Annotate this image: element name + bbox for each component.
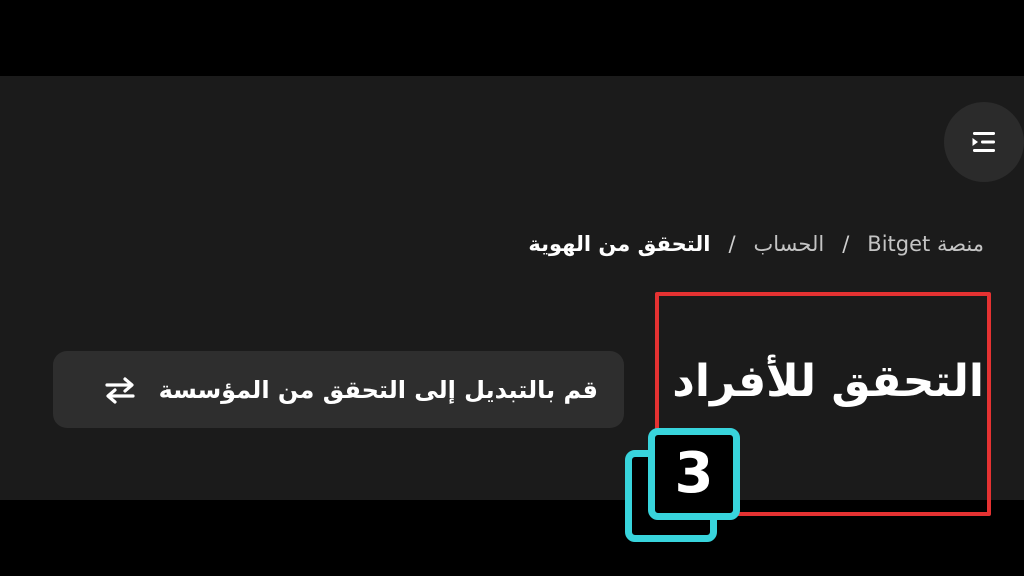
step-number: 3 [674,441,714,506]
breadcrumb: منصة Bitget / الحساب / التحقق من الهوية [528,228,984,260]
breadcrumb-item-account[interactable]: الحساب [754,232,825,256]
breadcrumb-item-identity-verification: التحقق من الهوية [528,232,711,256]
breadcrumb-item-bitget[interactable]: منصة Bitget [867,232,984,256]
screen: منصة Bitget / الحساب / التحقق من الهوية … [0,0,1024,576]
breadcrumb-separator: / [842,232,850,256]
menu-toggle-button[interactable] [944,102,1024,182]
swap-arrows-icon [104,376,135,404]
switch-button-label: قم بالتبديل إلى التحقق من المؤسسة [158,375,598,404]
step-number-badge: 3 [622,424,746,548]
menu-collapse-icon [972,132,995,152]
breadcrumb-separator: / [728,232,736,256]
switch-to-institutional-button[interactable]: قم بالتبديل إلى التحقق من المؤسسة [53,351,624,428]
badge-front-square: 3 [648,428,740,520]
